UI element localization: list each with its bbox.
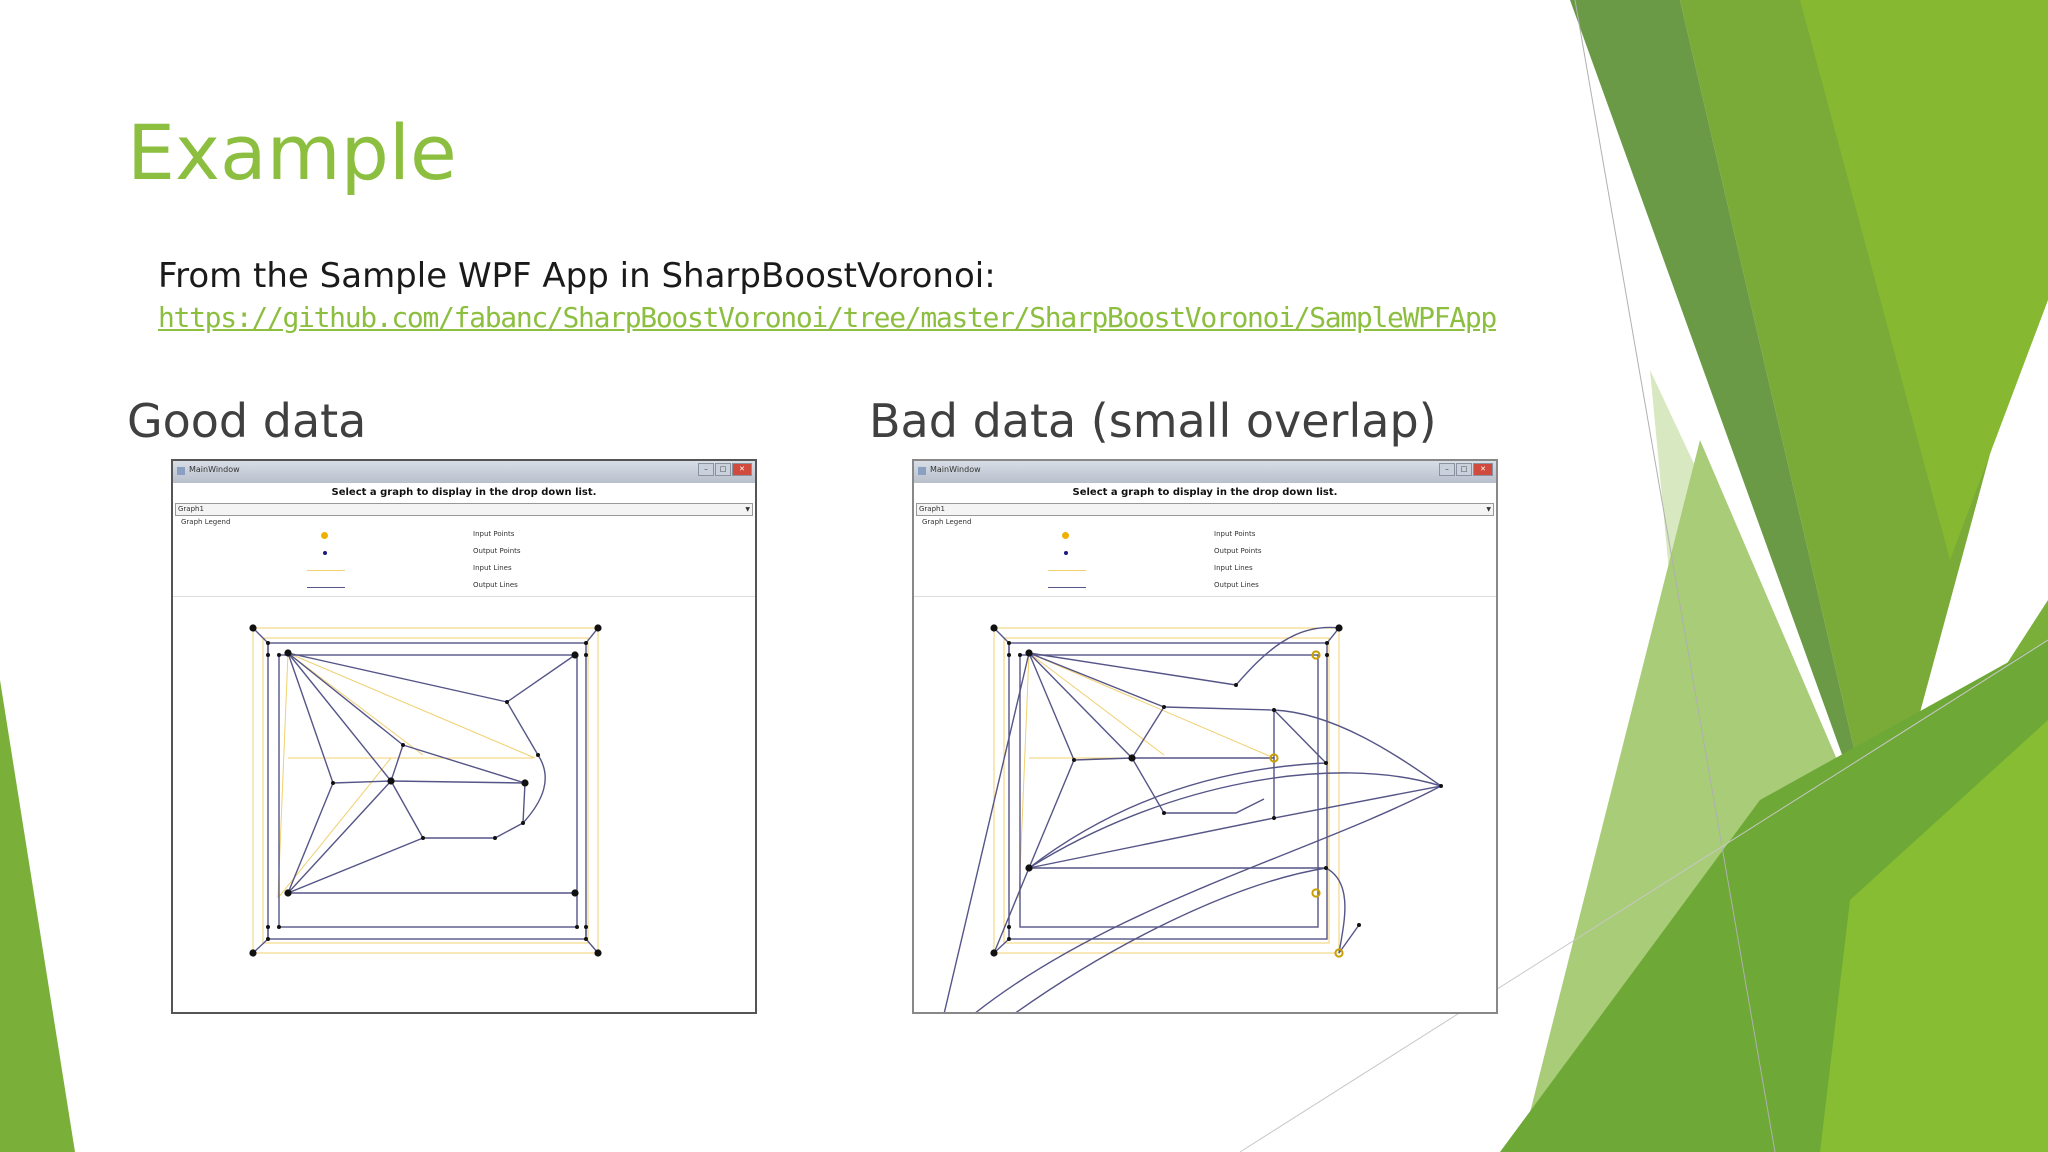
window-title: MainWindow — [930, 465, 981, 474]
legend-row-input-points: Input Points — [914, 530, 1496, 544]
slide-title: Example — [127, 108, 457, 197]
chevron-down-icon: ▼ — [1486, 506, 1491, 513]
dropdown-value: Graph1 — [919, 505, 945, 513]
chevron-down-icon: ▼ — [745, 506, 750, 513]
dropdown-value: Graph1 — [178, 505, 204, 513]
legend-label: Input Lines — [473, 564, 512, 572]
window-app-icon — [918, 467, 926, 475]
legend-label: Output Points — [1214, 547, 1262, 555]
good-data-window: MainWindow – □ ✕ Select a graph to displ… — [171, 459, 757, 1014]
maximize-button[interactable]: □ — [1456, 463, 1472, 476]
bad-data-window: MainWindow – □ ✕ Select a graph to displ… — [912, 459, 1498, 1014]
legend-row-output-points: Output Points — [914, 547, 1496, 561]
graph-select-instruction: Select a graph to display in the drop do… — [331, 487, 597, 498]
legend-title: Graph Legend — [181, 518, 231, 526]
output-line-swatch-icon — [307, 587, 345, 588]
legend-label: Input Points — [473, 530, 515, 538]
legend-title: Graph Legend — [922, 518, 972, 526]
voronoi-graph-good — [249, 624, 602, 957]
output-point-swatch-icon — [323, 551, 327, 555]
legend-row-output-lines: Output Lines — [914, 581, 1496, 595]
legend-label: Output Points — [473, 547, 521, 555]
graph-dropdown[interactable]: Graph1 ▼ — [175, 503, 753, 516]
input-line-swatch-icon — [1048, 570, 1086, 571]
window-app-icon — [177, 467, 185, 475]
graph-select-instruction: Select a graph to display in the drop do… — [1072, 487, 1338, 498]
output-point-swatch-icon — [1064, 551, 1068, 555]
legend-label: Output Lines — [1214, 581, 1259, 589]
slide-description: From the Sample WPF App in SharpBoostVor… — [158, 256, 996, 296]
repo-link[interactable]: https://github.com/fabanc/SharpBoostVoro… — [158, 301, 1497, 334]
legend-row-output-points: Output Points — [173, 547, 755, 561]
graph-legend: Graph Legend Input Points Output Points … — [914, 516, 1496, 597]
voronoi-graph-bad — [943, 624, 1443, 1012]
window-titlebar: MainWindow – □ ✕ — [173, 461, 755, 483]
minimize-button[interactable]: – — [698, 463, 714, 476]
graph-legend: Graph Legend Input Points Output Points … — [173, 516, 755, 597]
bad-data-caption: Bad data (small overlap) — [869, 394, 1437, 448]
legend-row-input-points: Input Points — [173, 530, 755, 544]
graph-dropdown[interactable]: Graph1 ▼ — [916, 503, 1494, 516]
input-point-swatch-icon — [1062, 532, 1069, 539]
input-point-swatch-icon — [321, 532, 328, 539]
legend-row-output-lines: Output Lines — [173, 581, 755, 595]
legend-row-input-lines: Input Lines — [173, 564, 755, 578]
window-title: MainWindow — [189, 465, 240, 474]
legend-label: Input Lines — [1214, 564, 1253, 572]
input-line-swatch-icon — [307, 570, 345, 571]
legend-row-input-lines: Input Lines — [914, 564, 1496, 578]
window-titlebar: MainWindow – □ ✕ — [914, 461, 1496, 483]
minimize-button[interactable]: – — [1439, 463, 1455, 476]
close-button[interactable]: ✕ — [732, 463, 752, 476]
legend-label: Output Lines — [473, 581, 518, 589]
maximize-button[interactable]: □ — [715, 463, 731, 476]
close-button[interactable]: ✕ — [1473, 463, 1493, 476]
output-line-swatch-icon — [1048, 587, 1086, 588]
good-data-caption: Good data — [127, 394, 367, 448]
legend-label: Input Points — [1214, 530, 1256, 538]
